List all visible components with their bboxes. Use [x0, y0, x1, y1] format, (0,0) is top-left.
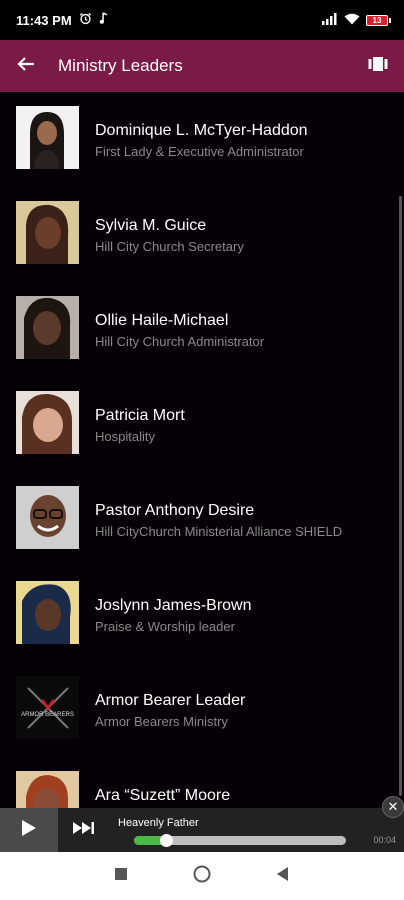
avatar: [16, 486, 79, 549]
avatar: [16, 106, 79, 169]
progress-knob[interactable]: [159, 834, 173, 847]
status-left: 11:43 PM: [16, 12, 109, 28]
avatar: [16, 771, 79, 808]
leader-name: Ara “Suzett” Moore: [95, 787, 231, 804]
play-icon: [21, 819, 37, 842]
signal-icon: [322, 12, 338, 28]
next-track-button[interactable]: [58, 808, 110, 852]
close-icon: ✕: [387, 799, 399, 814]
play-button[interactable]: [0, 808, 58, 852]
music-note-icon: [99, 12, 109, 28]
wifi-icon: [344, 13, 360, 28]
list-item[interactable]: ARMOR BEARERS Armor Bearer Leader Armor …: [0, 662, 404, 757]
leader-role: Praise & Worship leader: [95, 619, 235, 634]
progress-bar[interactable]: [134, 834, 346, 847]
alarm-icon: [79, 12, 92, 28]
list-item[interactable]: Patricia Mort Hospitality: [0, 377, 404, 472]
carousel-icon: [368, 56, 388, 77]
list-item[interactable]: Sylvia M. Guice Hill City Church Secreta…: [0, 187, 404, 282]
leader-name: Joslynn James-Brown: [95, 597, 252, 614]
battery-icon: 13: [366, 14, 391, 26]
avatar: [16, 201, 79, 264]
leader-role: Armor Bearers Ministry: [95, 714, 228, 729]
arrow-left-icon: [17, 56, 35, 77]
status-right: 13: [322, 12, 391, 28]
carousel-view-button[interactable]: [352, 40, 404, 92]
track-title: Heavenly Father: [118, 817, 199, 829]
back-nav-button[interactable]: [277, 866, 289, 886]
leader-role: Hospitality: [95, 429, 155, 444]
avatar: ARMOR BEARERS: [16, 676, 79, 739]
leader-role: Hill City Church Secretary: [95, 239, 244, 254]
leader-list[interactable]: Dominique L. McTyer-Haddon First Lady & …: [0, 92, 404, 808]
scrollbar[interactable]: [399, 196, 402, 796]
leader-name: Dominique L. McTyer-Haddon: [95, 122, 308, 139]
recent-apps-button[interactable]: [115, 867, 127, 885]
page-title: Ministry Leaders: [58, 56, 183, 75]
leader-name: Sylvia M. Guice: [95, 217, 207, 234]
list-item[interactable]: Ara “Suzett” Moore: [0, 757, 404, 808]
battery-level: 13: [372, 15, 382, 25]
avatar: [16, 391, 79, 454]
status-time: 11:43 PM: [16, 12, 72, 28]
mini-player: Heavenly Father 00:04: [0, 808, 404, 852]
home-button[interactable]: [193, 865, 211, 888]
list-item[interactable]: Joslynn James-Brown Praise & Worship lea…: [0, 567, 404, 662]
close-player-button[interactable]: ✕: [382, 796, 404, 818]
list-item[interactable]: Dominique L. McTyer-Haddon First Lady & …: [0, 92, 404, 187]
leader-name: Pastor Anthony Desire: [95, 502, 255, 519]
leader-role: Hill City Church Administrator: [95, 334, 265, 349]
leader-name: Ollie Haile-Michael: [95, 312, 229, 329]
elapsed-time: 00:04: [373, 835, 396, 845]
status-bar: 11:43 PM 13: [0, 0, 404, 40]
leader-name: Patricia Mort: [95, 407, 185, 424]
list-item[interactable]: Ollie Haile-Michael Hill City Church Adm…: [0, 282, 404, 377]
leader-role: First Lady & Executive Administrator: [95, 144, 304, 159]
skip-next-icon: [73, 821, 95, 840]
leader-name: Armor Bearer Leader: [95, 692, 246, 709]
avatar: [16, 296, 79, 359]
app-bar: Ministry Leaders: [0, 40, 404, 92]
avatar: [16, 581, 79, 644]
system-nav-bar: [0, 852, 404, 900]
list-item[interactable]: Pastor Anthony Desire Hill CityChurch Mi…: [0, 472, 404, 567]
svg-text:ARMOR BEARERS: ARMOR BEARERS: [21, 712, 74, 718]
back-button[interactable]: [0, 40, 52, 92]
leader-role: Hill CityChurch Ministerial Alliance SHI…: [95, 524, 343, 539]
